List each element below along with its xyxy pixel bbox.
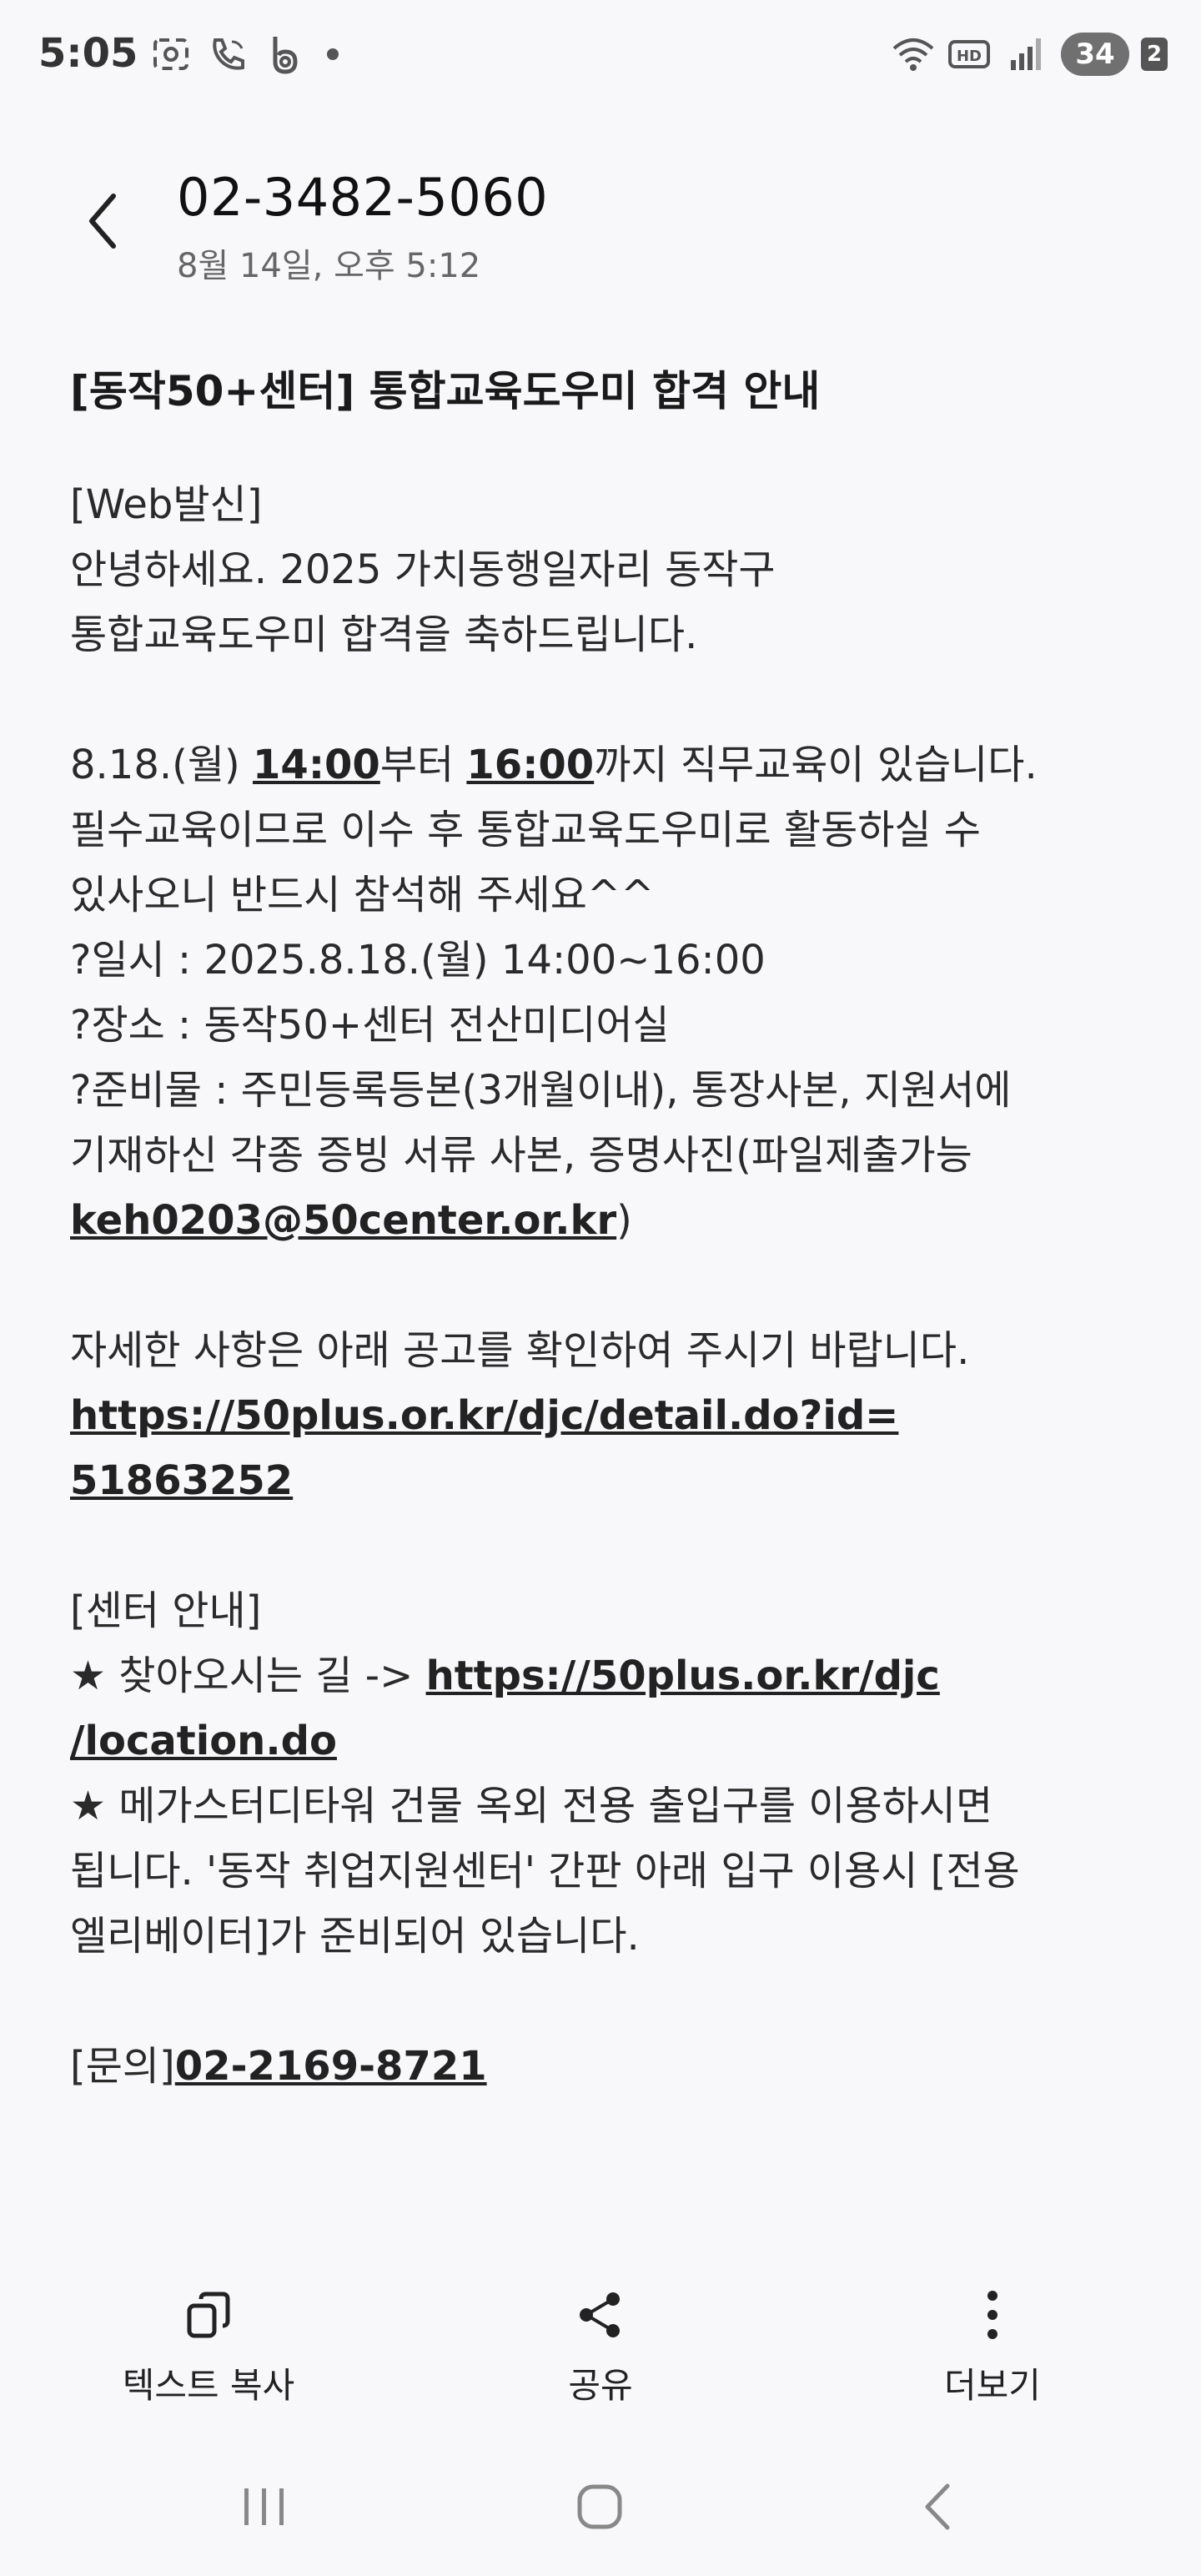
- message-header: 02-3482-5060 8월 14일, 오후 5:12: [0, 158, 1201, 300]
- start-time-link[interactable]: 14:00: [253, 742, 380, 788]
- status-bar: 5:05 HD 34 2: [0, 0, 1201, 108]
- schedule-mid: 부터: [379, 742, 467, 788]
- message-line: 안녕하세요. 2025 가치동행일자리 동작구: [70, 546, 776, 593]
- back-arrow-icon: [89, 194, 116, 249]
- entrance-line: 됩니다. '동작 취업지원센터' 간판 아래 입구 이용시 [전용: [70, 1848, 1020, 1894]
- wifi-calling-icon: [213, 38, 244, 70]
- notice-line: 자세한 사항은 아래 공고를 확인하여 주시기 바랍니다.: [70, 1327, 970, 1374]
- action-bar: 텍스트 복사 공유 더보기: [0, 2286, 1201, 2419]
- directions-prefix: ★ 찾아오시는 길 ->: [70, 1653, 426, 1699]
- email-line: keh0203@50center.or.kr): [70, 1188, 1146, 1253]
- when-line: ?일시 : 2025.8.18.(월) 14:00~16:00: [70, 937, 766, 984]
- message-line: [Web발신]: [70, 481, 263, 528]
- sim-badge: 2: [1141, 38, 1168, 71]
- email-link[interactable]: keh0203@50center.or.kr: [70, 1197, 616, 1244]
- status-left-icons: [148, 32, 339, 77]
- contact-prefix: [문의]: [70, 2043, 175, 2090]
- recents-icon: [244, 2488, 284, 2525]
- nav-back-icon: [925, 2483, 950, 2530]
- message-title: [동작50+센터] 통합교육도우미 합격 안내: [70, 367, 821, 415]
- message-date: 8월 14일, 오후 5:12: [177, 247, 481, 285]
- message-body: [동작50+센터] 통합교육도우미 합격 안내 [Web발신] 안녕하세요. 2…: [70, 359, 1146, 2099]
- directions-link-cont[interactable]: /location.do: [70, 1708, 1146, 1774]
- copy-icon: [179, 2286, 238, 2344]
- hd-voice-icon: HD: [948, 40, 990, 68]
- schedule-date: 8.18.(월): [70, 742, 254, 788]
- end-time-link[interactable]: 16:00: [466, 742, 594, 788]
- more-label: 더보기: [944, 2365, 1041, 2406]
- b-app-icon: [273, 37, 298, 74]
- home-button[interactable]: [562, 2478, 637, 2536]
- sender-number: 02-3482-5060: [177, 167, 549, 228]
- status-right-icons: HD 34 2: [891, 32, 1168, 77]
- message-line: 필수교육이므로 이수 후 통합교육도우미로 활동하실 수: [70, 807, 981, 853]
- notification-dot: [327, 48, 339, 60]
- copy-text-label: 텍스트 복사: [122, 2365, 295, 2406]
- entrance-line: ★ 메가스터디타워 건물 옥외 전용 출입구를 이용하시면: [70, 1783, 993, 1829]
- more-vertical-icon: [963, 2286, 1022, 2344]
- education-schedule-line: 8.18.(월) 14:00부터 16:00까지 직무교육이 있습니다.: [70, 732, 1146, 797]
- email-close: ): [616, 1197, 632, 1244]
- prep-line: ?준비물 : 주민등록등본(3개월이내), 통장사본, 지원서에: [70, 1067, 1012, 1114]
- prep-line: 기재하신 각종 증빙 서류 사본, 증명사진(파일제출가능: [70, 1132, 972, 1179]
- nav-back-button[interactable]: [901, 2478, 976, 2536]
- contact-phone-link[interactable]: 02-2169-8721: [175, 2043, 487, 2090]
- share-icon: [571, 2286, 630, 2344]
- back-button[interactable]: [73, 184, 132, 259]
- screen-capture-icon: [153, 38, 188, 70]
- copy-text-button[interactable]: 텍스트 복사: [58, 2286, 359, 2408]
- home-icon: [577, 2484, 622, 2529]
- battery-indicator: 34: [1061, 33, 1129, 76]
- status-time: 5:05: [38, 30, 138, 77]
- directions-line: ★ 찾아오시는 길 -> https://50plus.or.kr/djc: [70, 1643, 1146, 1708]
- recents-button[interactable]: [227, 2478, 302, 2536]
- svg-text:HD: HD: [957, 48, 982, 65]
- message-line: 통합교육도우미 합격을 축하드립니다.: [70, 611, 698, 658]
- share-button[interactable]: 공유: [450, 2286, 751, 2408]
- more-button[interactable]: 더보기: [842, 2286, 1143, 2408]
- directions-link[interactable]: https://50plus.or.kr/djc: [426, 1653, 940, 1699]
- message-line: 있사오니 반드시 참석해 주세요^^: [70, 872, 655, 918]
- schedule-tail: 까지 직무교육이 있습니다.: [594, 742, 1038, 788]
- contact-line: [문의]02-2169-8721: [70, 2034, 1146, 2099]
- wifi-icon: [892, 38, 934, 71]
- notice-link[interactable]: https://50plus.or.kr/djc/detail.do?id=: [70, 1383, 1146, 1448]
- signal-icon: [1011, 38, 1041, 70]
- where-line: ?장소 : 동작50+센터 전산미디어실: [70, 1002, 670, 1049]
- notice-link-cont[interactable]: 51863252: [70, 1448, 1146, 1513]
- center-heading: [센터 안내]: [70, 1587, 262, 1634]
- entrance-line: 엘리베이터]가 준비되어 있습니다.: [70, 1913, 640, 1960]
- navigation-bar: [0, 2461, 1201, 2553]
- share-label: 공유: [568, 2365, 633, 2406]
